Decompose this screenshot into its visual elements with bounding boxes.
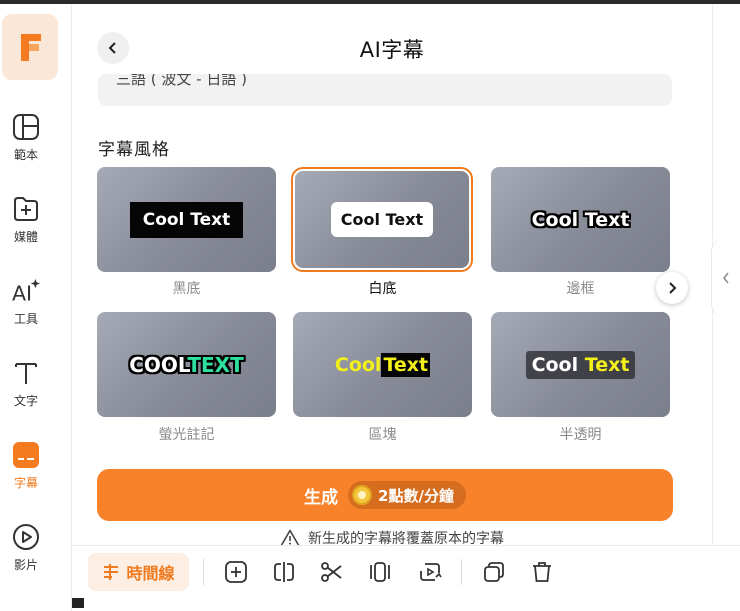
style-label: 螢光註記 bbox=[158, 427, 215, 443]
text-icon bbox=[11, 358, 41, 388]
toolbar-divider bbox=[203, 559, 204, 585]
chevron-left-icon bbox=[723, 272, 729, 284]
style-card-block[interactable]: Cool Text bbox=[293, 312, 472, 417]
trash-icon bbox=[533, 562, 551, 582]
timeline-icon bbox=[104, 564, 119, 580]
trim-button[interactable] bbox=[366, 558, 394, 586]
split-icon bbox=[274, 562, 294, 582]
preview-word: COOL bbox=[129, 352, 188, 377]
coin-icon bbox=[352, 485, 373, 505]
style-preview: Cool Text bbox=[129, 201, 244, 238]
preview-word: Text bbox=[381, 352, 431, 377]
cursor-artifact bbox=[72, 598, 84, 608]
sidebar: 範本 媒體 AI 工具 文字 字幕 影片 bbox=[0, 4, 72, 611]
sidebar-item-label: 媒體 bbox=[13, 230, 38, 244]
cost-text: 2點數/分鐘 bbox=[378, 486, 454, 505]
collapse-panel-button[interactable] bbox=[711, 238, 740, 318]
generate-button[interactable]: 生成 2點數/分鐘 bbox=[97, 469, 673, 521]
trim-icon bbox=[370, 562, 390, 582]
preview-word: Text bbox=[584, 353, 630, 376]
preview-word: TEXT bbox=[187, 352, 244, 377]
sidebar-item-tools[interactable]: AI 工具 bbox=[0, 276, 52, 327]
sidebar-item-label: 文字 bbox=[13, 394, 38, 408]
sidebar-item-label: 範本 bbox=[13, 148, 38, 162]
style-label: 邊框 bbox=[566, 281, 595, 297]
replace-button[interactable] bbox=[416, 558, 444, 586]
cost-badge: 2點數/分鐘 bbox=[348, 481, 466, 509]
style-card-white[interactable]: Cool Text bbox=[291, 167, 473, 272]
style-preview: Cool Text bbox=[525, 350, 636, 379]
style-card-neon[interactable]: COOLTEXT bbox=[97, 312, 276, 417]
timeline-label: 時間線 bbox=[126, 564, 175, 583]
media-icon bbox=[11, 194, 41, 224]
style-preview: COOLTEXT bbox=[129, 353, 244, 377]
scissors-icon bbox=[321, 562, 342, 582]
style-preview: Cool Text bbox=[334, 352, 431, 377]
style-label: 區塊 bbox=[368, 427, 397, 443]
subtitle-icon bbox=[11, 440, 41, 470]
duplicate-icon bbox=[484, 562, 504, 582]
ai-subtitle-panel: AI字幕 三語 ( 波文 - 日語 ) 字幕風格 Cool Text 黑底 Co… bbox=[72, 4, 712, 547]
style-card-semi-transparent[interactable]: Cool Text bbox=[491, 312, 670, 417]
section-title: 字幕風格 bbox=[98, 140, 170, 160]
style-label: 半透明 bbox=[559, 427, 602, 443]
sidebar-item-template[interactable]: 範本 bbox=[0, 112, 52, 163]
svg-text:AI: AI bbox=[12, 281, 32, 305]
cut-button[interactable] bbox=[318, 558, 346, 586]
timeline-button[interactable]: 時間線 bbox=[88, 553, 189, 591]
toolbar-divider bbox=[461, 559, 462, 585]
add-clip-button[interactable] bbox=[222, 558, 250, 586]
style-preview: Cool Text bbox=[330, 202, 434, 237]
duplicate-button[interactable] bbox=[480, 558, 508, 586]
style-label: 白底 bbox=[368, 281, 397, 297]
panel-title: AI字幕 bbox=[359, 38, 425, 62]
style-preview: Cool Text bbox=[531, 208, 630, 231]
style-label: 黑底 bbox=[172, 281, 201, 297]
sidebar-item-media[interactable]: 媒體 bbox=[0, 194, 52, 245]
preview-word: Cool bbox=[531, 353, 579, 376]
bottom-toolbar: 時間線 bbox=[72, 545, 740, 600]
split-button[interactable] bbox=[270, 558, 298, 586]
preview-word: Cool bbox=[334, 353, 382, 376]
sidebar-item-video[interactable]: 影片 bbox=[0, 522, 52, 573]
style-card-border[interactable]: Cool Text bbox=[491, 167, 670, 272]
video-icon bbox=[11, 522, 41, 552]
sidebar-item-label: 工具 bbox=[13, 312, 38, 326]
ai-tools-icon: AI bbox=[11, 276, 41, 306]
language-select[interactable]: 三語 ( 波文 - 日語 ) bbox=[98, 74, 672, 106]
app-window: 範本 媒體 AI 工具 文字 字幕 影片 AI字幕 三語 (波文 - 日語)… bbox=[0, 0, 740, 611]
next-styles-button[interactable] bbox=[656, 272, 688, 304]
sidebar-item-subtitle[interactable]: 字幕 bbox=[0, 440, 52, 491]
logo-icon bbox=[21, 34, 41, 61]
replace-icon bbox=[420, 563, 442, 581]
app-logo[interactable] bbox=[2, 14, 58, 80]
sidebar-item-text[interactable]: 文字 bbox=[0, 358, 52, 409]
language-select-value: 三語 ( 波文 - 日語 ) bbox=[116, 74, 247, 88]
sidebar-item-label: 影片 bbox=[13, 558, 38, 572]
template-icon bbox=[11, 112, 41, 142]
chevron-right-icon bbox=[669, 282, 677, 294]
delete-button[interactable] bbox=[528, 558, 556, 586]
add-icon bbox=[225, 561, 247, 583]
generate-label: 生成 bbox=[304, 487, 339, 508]
style-card-black[interactable]: Cool Text bbox=[97, 167, 276, 272]
sidebar-item-label: 字幕 bbox=[13, 476, 38, 490]
